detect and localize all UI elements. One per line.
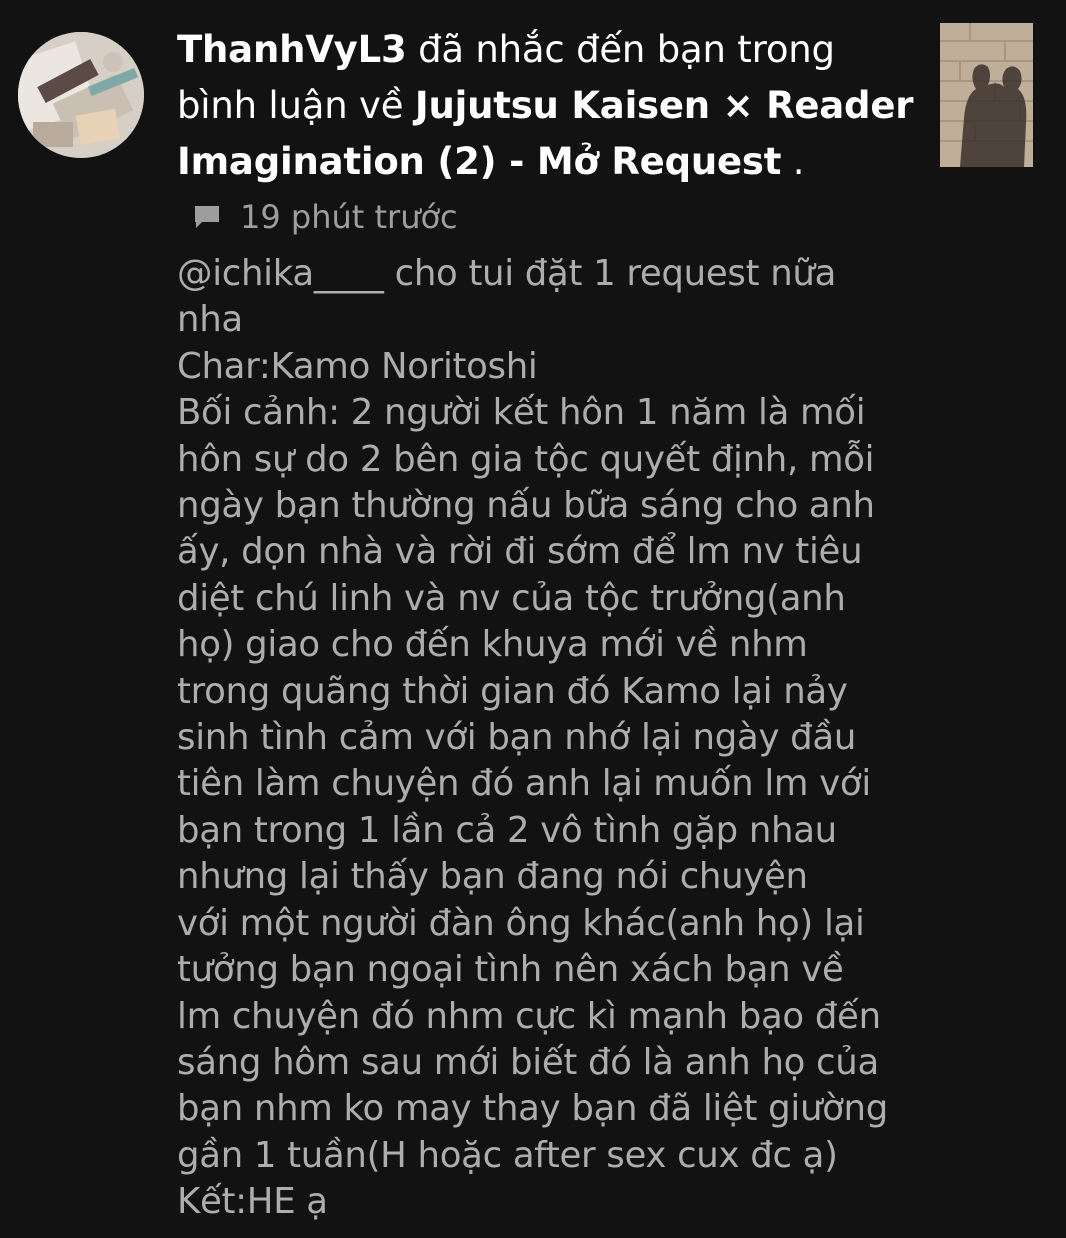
comment-line: Kết:HE ạ xyxy=(177,1181,328,1223)
comment-body[interactable]: @ichika____ cho tui đặt 1 request nữa nha… xyxy=(177,251,1037,1226)
comment-line: nha xyxy=(177,299,243,341)
timestamp: 19 phút trước xyxy=(240,198,458,236)
comment-line: sáng hôm sau mới biết đó là anh họ của xyxy=(177,1041,879,1083)
comment-line: tưởng bạn ngoại tình nên xách bạn về xyxy=(177,949,844,991)
story-cover-thumbnail xyxy=(940,23,1033,167)
user-avatar[interactable] xyxy=(18,32,144,158)
comment-line: sinh tình cảm với bạn nhớ lại ngày đầu xyxy=(177,717,857,759)
story-thumbnail[interactable] xyxy=(940,23,1033,167)
comment-line: hôn sự do 2 bên gia tộc quyết định, mỗi xyxy=(177,438,875,480)
comment-line: trong quãng thời gian đó Kamo lại nảy xyxy=(177,670,848,712)
comment-line: ngày bạn thường nấu bữa sáng cho anh xyxy=(177,485,875,527)
comment-line: @ichika____ cho tui đặt 1 request nữa xyxy=(177,253,837,294)
comment-line: với một người đàn ông khác(anh họ) lại xyxy=(177,902,865,944)
comment-line: bạn trong 1 lần cả 2 vô tình gặp nhau xyxy=(177,809,837,851)
comment-line: nhưng lại thấy bạn đang nói chuyện xyxy=(177,856,808,898)
avatar-image xyxy=(18,32,144,158)
comment-line: tiên làm chuyện đó anh lại muốn lm với xyxy=(177,763,871,805)
notification-meta: 19 phút trước xyxy=(193,192,458,242)
comment-line: lm chuyện đó nhm cực kì mạnh bạo đến xyxy=(177,995,881,1037)
comment-line: ấy, dọn nhà và rời đi sớm để lm nv tiêu xyxy=(177,531,863,573)
comment-line: gần 1 tuần(H hoặc after sex cux đc ạ) xyxy=(177,1134,838,1176)
username-link[interactable]: ThanhVyL3 xyxy=(177,28,407,71)
comment-line: Bối cảnh: 2 người kết hôn 1 năm là mối xyxy=(177,392,866,434)
comment-line: họ) giao cho đến khuya mới về nhm xyxy=(177,624,808,666)
comment-line: bạn nhm ko may thay bạn đã liệt giường xyxy=(177,1088,888,1130)
notification-headline: ThanhVyL3 đã nhắc đến bạn trong bình luậ… xyxy=(177,22,917,190)
comment-icon xyxy=(195,206,219,228)
mention-notification[interactable]: ThanhVyL3 đã nhắc đến bạn trong bình luậ… xyxy=(0,0,1066,1238)
comment-line: Char:Kamo Noritoshi xyxy=(177,345,538,387)
comment-line: diệt chú linh và nv của tộc trưởng(anh xyxy=(177,577,846,619)
trailing-dot: . xyxy=(781,140,805,183)
